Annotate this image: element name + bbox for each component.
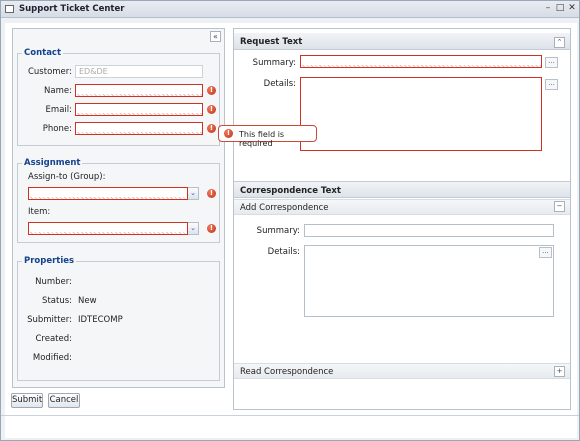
customer-field: ED&DE xyxy=(75,65,203,78)
request-summary-label: Summary: xyxy=(252,58,296,68)
collapse-add-correspondence-icon[interactable]: − xyxy=(554,201,565,212)
assignment-fieldset: Assignment Assign-to (Group): ⌄ ! Item: … xyxy=(17,158,220,243)
required-field-tooltip: ! This field is required xyxy=(218,125,317,148)
correspondence-summary-label: Summary: xyxy=(256,226,300,236)
request-summary-ellipsis-button[interactable]: ... xyxy=(545,57,558,68)
assign-group-dropdown-icon[interactable]: ⌄ xyxy=(188,187,199,200)
read-correspondence-header[interactable]: Read Correspondence xyxy=(234,363,570,379)
properties-legend: Properties xyxy=(22,256,77,266)
footer-divider xyxy=(1,415,579,416)
item-dropdown-icon[interactable]: ⌄ xyxy=(188,222,199,235)
name-error-icon[interactable]: ! xyxy=(207,86,216,95)
modified-label: Modified: xyxy=(32,353,72,363)
phone-field[interactable] xyxy=(75,122,203,135)
created-label: Created: xyxy=(35,334,72,344)
correspondence-details-label: Details: xyxy=(267,247,300,257)
number-label: Number: xyxy=(35,277,72,287)
email-label: Email: xyxy=(45,105,72,115)
right-panel: Request Text ⌃ Summary: ... Details: ...… xyxy=(233,28,571,410)
assignment-legend: Assignment xyxy=(22,158,83,168)
cancel-button[interactable]: Cancel xyxy=(48,393,80,408)
email-error-icon[interactable]: ! xyxy=(207,105,216,114)
request-details-label: Details: xyxy=(263,79,296,89)
status-value: New xyxy=(78,296,97,306)
add-correspondence-title: Add Correspondence xyxy=(240,203,329,213)
request-summary-field[interactable] xyxy=(300,55,542,68)
phone-error-icon[interactable]: ! xyxy=(207,124,216,133)
form-body: « Contact Customer: ED&DE Name: ! Email:… xyxy=(5,23,577,438)
maximize-button[interactable]: □ xyxy=(555,4,565,14)
correspondence-text-header: Correspondence Text xyxy=(234,181,570,198)
assign-group-error-icon[interactable]: ! xyxy=(207,189,216,198)
assign-group-combo[interactable] xyxy=(28,187,188,200)
support-ticket-window: Support Ticket Center – □ ✕ « Contact Cu… xyxy=(0,0,580,441)
name-field[interactable] xyxy=(75,84,203,97)
email-field[interactable] xyxy=(75,103,203,116)
left-panel: « Contact Customer: ED&DE Name: ! Email:… xyxy=(12,28,225,388)
submitter-value: IDTECOMP xyxy=(78,315,123,325)
minimize-button[interactable]: – xyxy=(543,4,553,14)
assign-group-label: Assign-to (Group): xyxy=(28,172,106,182)
item-combo[interactable] xyxy=(28,222,188,235)
expand-read-correspondence-icon[interactable]: + xyxy=(554,366,565,377)
add-correspondence-header[interactable]: Add Correspondence xyxy=(234,199,570,215)
request-details-textarea[interactable] xyxy=(300,77,542,151)
contact-legend: Contact xyxy=(22,48,64,58)
collapse-request-icon[interactable]: ⌃ xyxy=(554,37,565,48)
request-details-ellipsis-button[interactable]: ... xyxy=(545,79,558,90)
submit-button[interactable]: Submit xyxy=(11,393,43,408)
correspondence-text-title: Correspondence Text xyxy=(240,186,341,196)
item-label: Item: xyxy=(28,207,51,217)
correspondence-summary-field[interactable] xyxy=(304,224,554,237)
request-text-title: Request Text xyxy=(240,37,303,47)
customer-label: Customer: xyxy=(27,67,72,77)
phone-label: Phone: xyxy=(42,124,72,134)
tooltip-error-icon: ! xyxy=(224,129,233,138)
read-correspondence-title: Read Correspondence xyxy=(240,367,334,377)
title-bar: Support Ticket Center – □ ✕ xyxy=(1,1,579,18)
properties-fieldset: Properties Number: Status: New Submitter… xyxy=(17,256,220,381)
collapse-left-icon[interactable]: « xyxy=(210,31,221,42)
submitter-label: Submitter: xyxy=(27,315,72,325)
window-app-icon xyxy=(5,5,14,13)
request-text-header: Request Text xyxy=(234,33,570,50)
contact-fieldset: Contact Customer: ED&DE Name: ! Email: !… xyxy=(17,48,220,146)
close-button[interactable]: ✕ xyxy=(567,4,577,14)
correspondence-details-ellipsis-button[interactable]: ... xyxy=(539,247,552,258)
correspondence-details-textarea[interactable] xyxy=(304,245,554,317)
name-label: Name: xyxy=(44,86,72,96)
window-title: Support Ticket Center xyxy=(19,4,125,14)
status-label: Status: xyxy=(42,296,72,306)
item-error-icon[interactable]: ! xyxy=(207,224,216,233)
